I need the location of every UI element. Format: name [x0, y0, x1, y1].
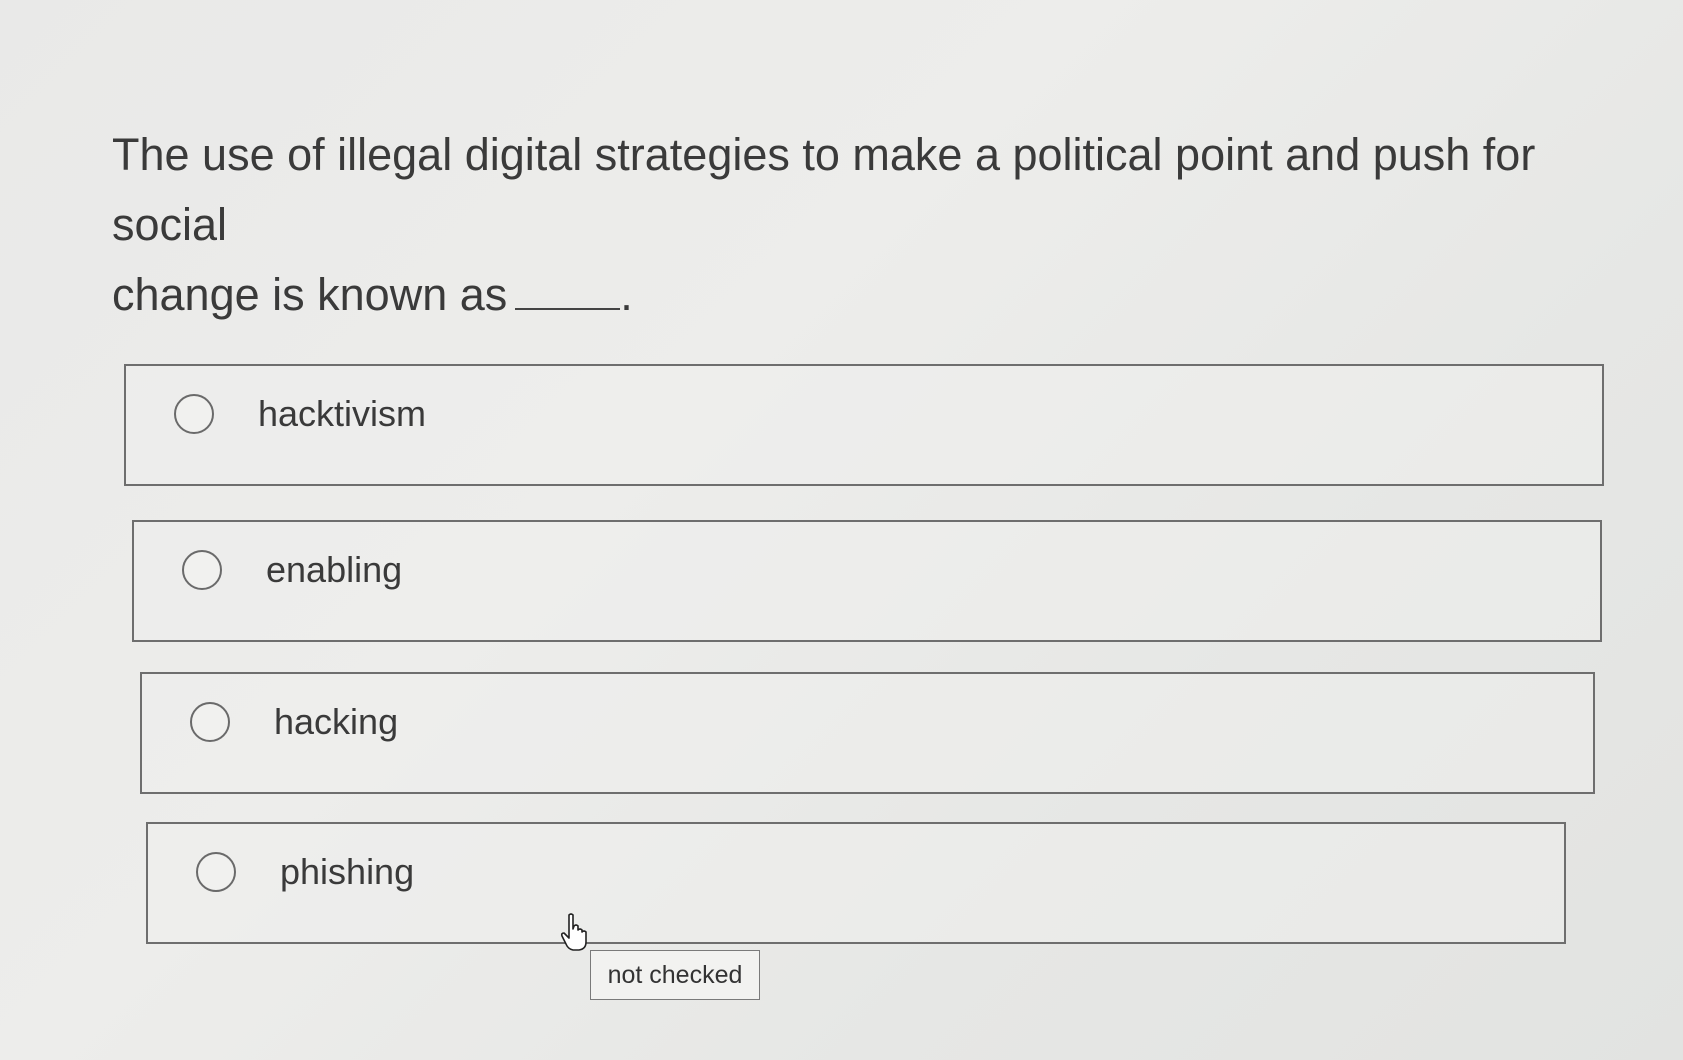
status-tooltip: not checked — [590, 950, 760, 1000]
radio-unchecked-icon[interactable] — [174, 394, 214, 434]
option-hacking[interactable]: hacking — [140, 672, 1595, 794]
option-label: phishing — [280, 851, 415, 892]
radio-unchecked-icon[interactable] — [196, 852, 236, 892]
question-text: The use of illegal digital strategies to… — [112, 120, 1592, 330]
question-line-1: The use of illegal digital strategies to… — [112, 129, 1536, 250]
radio-unchecked-icon[interactable] — [182, 550, 222, 590]
answer-blank — [515, 270, 621, 310]
option-label: enabling — [266, 549, 403, 590]
question-line-2: change is known as — [112, 269, 508, 320]
option-label: hacktivism — [258, 393, 427, 434]
option-phishing[interactable]: phishing — [146, 822, 1566, 944]
question-period: . — [620, 269, 633, 320]
option-hacktivism[interactable]: hacktivism — [124, 364, 1604, 486]
radio-unchecked-icon[interactable] — [190, 702, 230, 742]
option-enabling[interactable]: enabling — [132, 520, 1602, 642]
option-label: hacking — [274, 701, 399, 742]
hand-pointer-icon — [560, 913, 587, 951]
